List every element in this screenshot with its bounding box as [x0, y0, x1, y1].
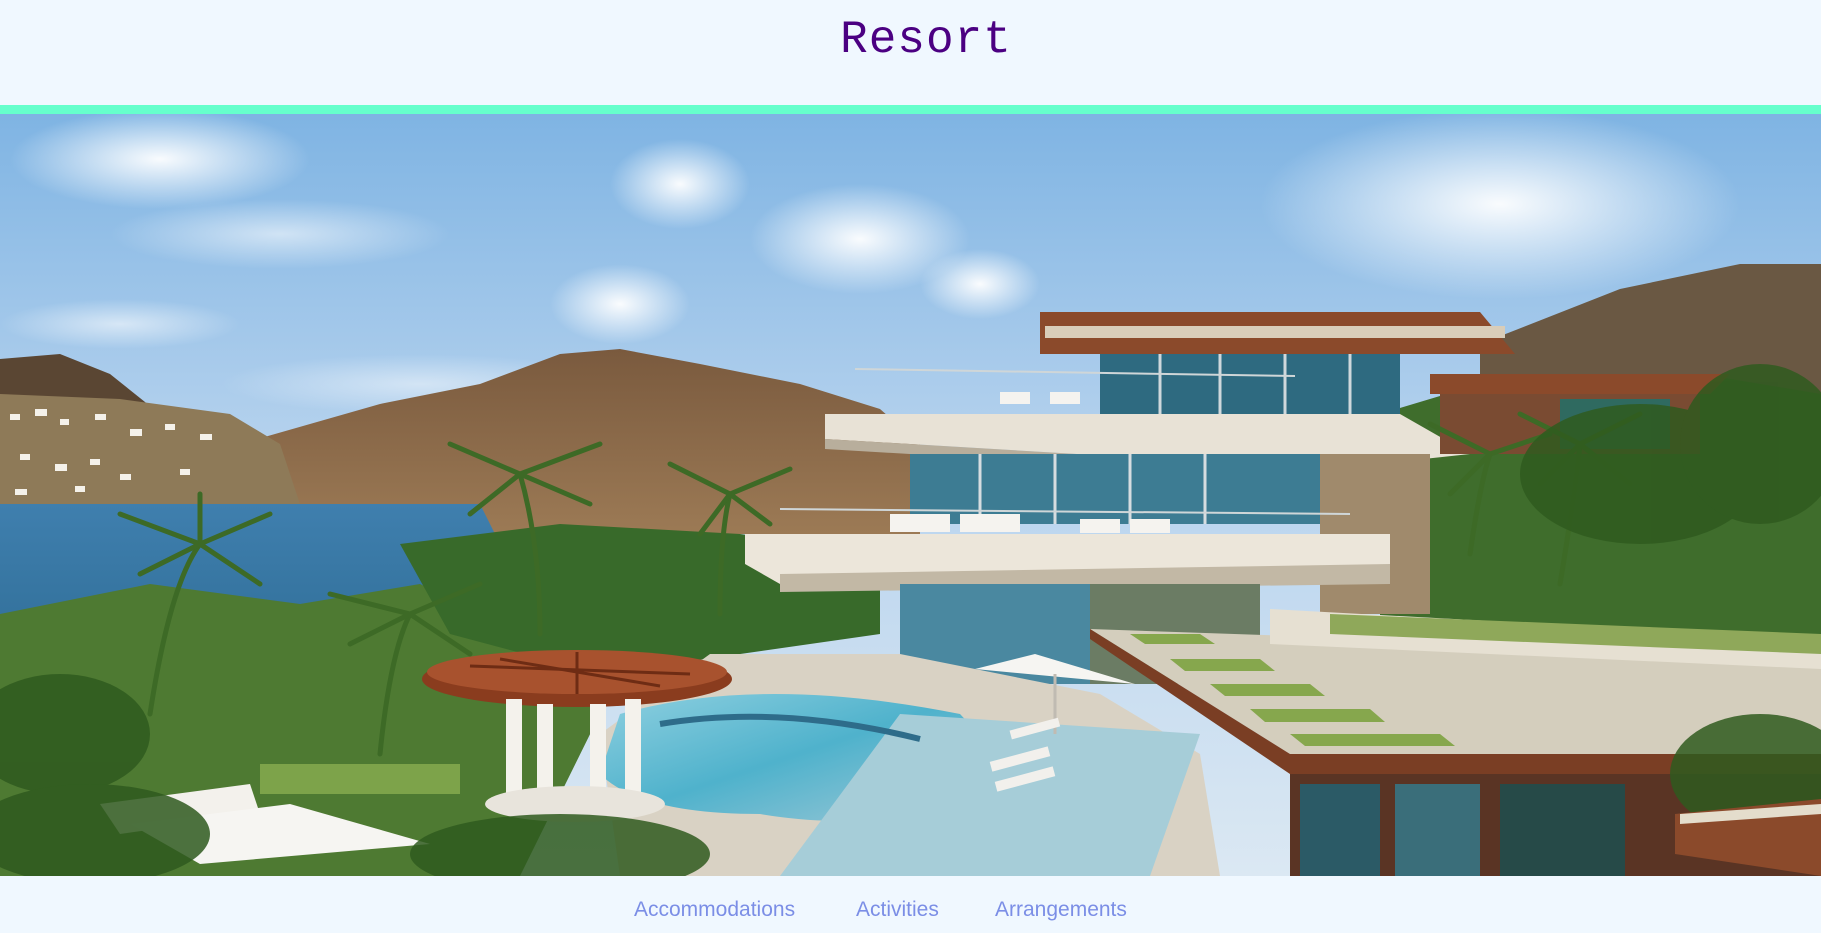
site-title: Resort [840, 14, 1012, 66]
hero-image [0, 114, 1821, 876]
nav-link-activities[interactable]: Activities [856, 898, 939, 922]
nav-link-accommodations[interactable]: Accommodations [634, 898, 795, 922]
accent-divider [0, 105, 1821, 114]
nav-link-arrangements[interactable]: Arrangements [995, 898, 1127, 922]
site-header: Resort [0, 0, 1821, 105]
main-nav: Accommodations Activities Arrangements [0, 876, 1821, 933]
